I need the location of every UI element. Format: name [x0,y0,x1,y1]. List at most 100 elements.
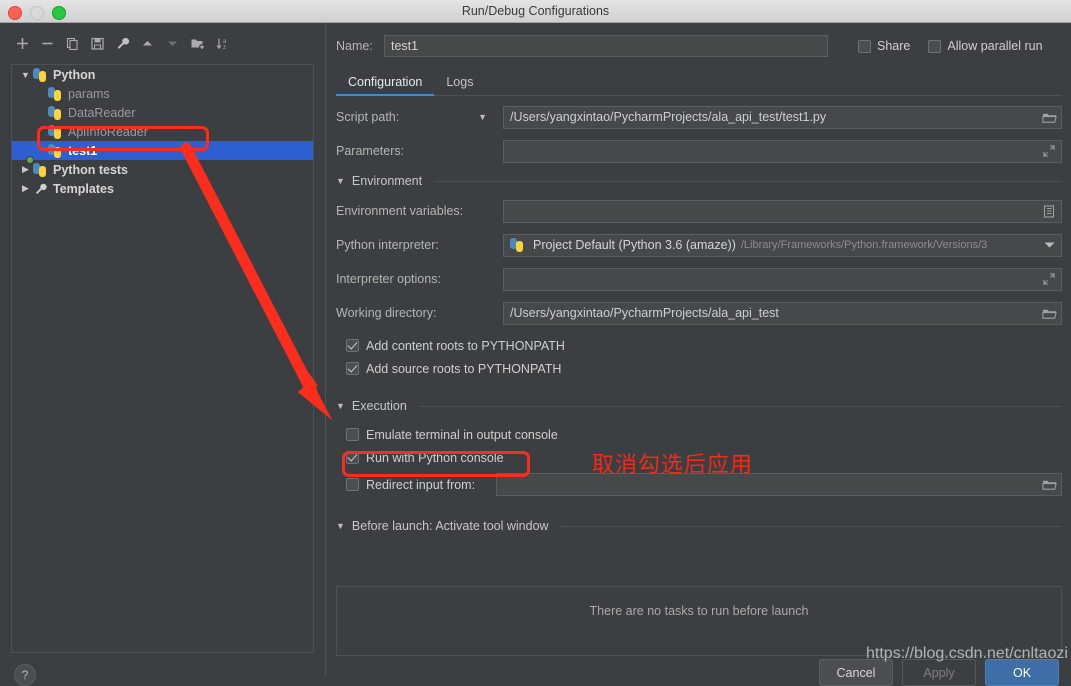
working-directory-input[interactable]: /Users/yangxintao/PycharmProjects/ala_ap… [503,301,1062,325]
chevron-down-icon[interactable]: ▼ [478,112,487,122]
redirect-input-checkbox[interactable] [346,478,359,491]
editor-tabs: Configuration Logs [336,68,1062,96]
folder-icon[interactable] [1037,474,1061,495]
name-input[interactable]: test1 [384,35,828,57]
tree-indent: · [33,89,48,99]
tab-configuration[interactable]: Configuration [336,75,435,96]
window-title: Run/Debug Configurations [461,4,610,18]
redirect-input-input[interactable] [496,473,1062,496]
collapse-triangle-icon[interactable]: ▶ [18,183,33,194]
apply-button[interactable]: Apply [902,659,976,686]
expand-triangle-icon[interactable]: ▼ [18,70,33,80]
working-directory-row: Working directory: /Users/yangxintao/Pyc… [336,301,1062,325]
copy-button[interactable] [60,32,85,54]
redirect-input-label: Redirect input from: [366,477,476,492]
tree-item-params[interactable]: · params [12,84,313,103]
emulate-terminal-label: Emulate terminal in output console [366,427,558,442]
collapse-triangle-icon[interactable]: ▶ [18,164,33,175]
interpreter-options-field[interactable] [503,267,1062,291]
annotation-arrow [180,142,332,420]
interpreter-options-row: Interpreter options: [336,267,1062,291]
configuration-editor-pane: Name: test1 Share Allow parallel run Con… [327,23,1071,686]
window-titlebar: Run/Debug Configurations [0,0,1071,23]
remove-button[interactable] [35,32,60,54]
python-tests-icon [26,155,49,177]
tree-toolbar: az [10,31,310,55]
name-label: Name: [336,39,373,53]
script-path-row: Script path: ▼ /Users/yangxintao/Pycharm… [336,105,1062,129]
python-icon [33,67,49,82]
environment-section-header[interactable]: ▼ Environment [336,173,1062,189]
move-up-button[interactable] [135,32,160,54]
dialog-buttons: Cancel Apply OK [819,659,1059,686]
section-divider [560,525,1062,527]
python-interpreter-value: Project Default (Python 3.6 (amaze)) [533,238,736,252]
add-content-roots-label: Add content roots to PYTHONPATH [366,338,565,353]
tree-item-datareader[interactable]: · DataReader [12,103,313,122]
tree-item-label: DataReader [68,105,136,120]
parameters-row: Parameters: [336,139,1062,163]
add-content-roots-row[interactable]: Add content roots to PYTHONPATH [346,335,1062,356]
chevron-down-icon[interactable] [1037,235,1061,256]
redirect-input-field[interactable] [496,473,1062,496]
execution-section-header[interactable]: ▼ Execution [336,398,1062,414]
tree-item-label: Python tests [53,162,129,177]
before-launch-section-title: Before launch: Activate tool window [351,519,549,533]
environment-variables-input[interactable] [503,199,1062,223]
emulate-terminal-row[interactable]: Emulate terminal in output console [346,424,1062,445]
watermark-text: https://blog.csdn.net/cnltaozi [866,645,1068,662]
tree-item-python[interactable]: ▼ Python [12,65,313,84]
share-checkbox-row[interactable]: Share [858,39,910,53]
add-source-roots-row[interactable]: Add source roots to PYTHONPATH [346,358,1062,379]
allow-parallel-run-row[interactable]: Allow parallel run [928,39,1043,53]
annotation-note-text: 取消勾选后应用 [592,453,754,478]
tree-item-label: Python [53,67,96,82]
script-path-field[interactable]: /Users/yangxintao/PycharmProjects/ala_ap… [503,105,1062,129]
new-folder-button[interactable] [185,32,210,54]
before-launch-empty-message: There are no tasks to run before launch [589,604,809,618]
save-button[interactable] [85,32,110,54]
expand-icon[interactable] [1037,141,1061,162]
python-interpreter-select[interactable]: Project Default (Python 3.6 (amaze)) /Li… [503,233,1062,257]
share-checkbox[interactable] [858,39,871,53]
python-interpreter-field[interactable]: Project Default (Python 3.6 (amaze)) /Li… [503,233,1062,257]
allow-parallel-run-label: Allow parallel run [947,39,1043,53]
script-path-label: Script path: [336,110,400,124]
ok-button[interactable]: OK [985,659,1059,686]
expand-icon[interactable] [1037,269,1061,290]
cancel-button[interactable]: Cancel [819,659,893,686]
tree-item-label: params [68,86,110,101]
run-debug-configurations-dialog: Run/Debug Configurations a z ▼ Python pa… [0,0,1071,686]
python-icon [48,105,64,120]
sort-az-button[interactable]: az [210,32,235,54]
tab-logs[interactable]: Logs [434,75,485,95]
python-interpreter-row: Python interpreter: Project Default (Pyt… [336,233,1062,257]
folder-icon[interactable] [1037,107,1061,128]
working-directory-field[interactable]: /Users/yangxintao/PycharmProjects/ala_ap… [503,301,1062,325]
wrench-icon [33,182,49,196]
environment-variables-row: Environment variables: [336,199,1062,223]
wrench-icon[interactable] [110,32,135,54]
tree-indent: · [33,108,48,118]
python-icon [48,86,64,101]
python-interpreter-path: /Library/Frameworks/Python.framework/Ver… [740,239,988,251]
name-row: Name: test1 Share Allow parallel run [336,34,1062,58]
script-path-label-group[interactable]: Script path: ▼ [336,110,503,124]
section-divider [418,405,1062,407]
folder-icon[interactable] [1037,303,1061,324]
environment-variables-field[interactable] [503,199,1062,223]
allow-parallel-run-checkbox[interactable] [928,39,942,53]
section-caret-icon[interactable]: ▼ [336,521,345,531]
list-icon[interactable] [1037,201,1061,222]
before-launch-section-header[interactable]: ▼ Before launch: Activate tool window [336,518,1062,534]
move-down-button[interactable] [160,32,185,54]
add-button[interactable] [10,32,35,54]
help-button[interactable]: ? [14,664,36,686]
svg-text:z: z [223,45,226,51]
add-source-roots-label: Add source roots to PYTHONPATH [366,361,562,376]
parameters-field[interactable] [503,139,1062,163]
script-path-input[interactable]: /Users/yangxintao/PycharmProjects/ala_ap… [503,105,1062,129]
parameters-input[interactable] [503,139,1062,163]
interpreter-options-input[interactable] [503,267,1062,291]
share-label: Share [877,39,911,53]
